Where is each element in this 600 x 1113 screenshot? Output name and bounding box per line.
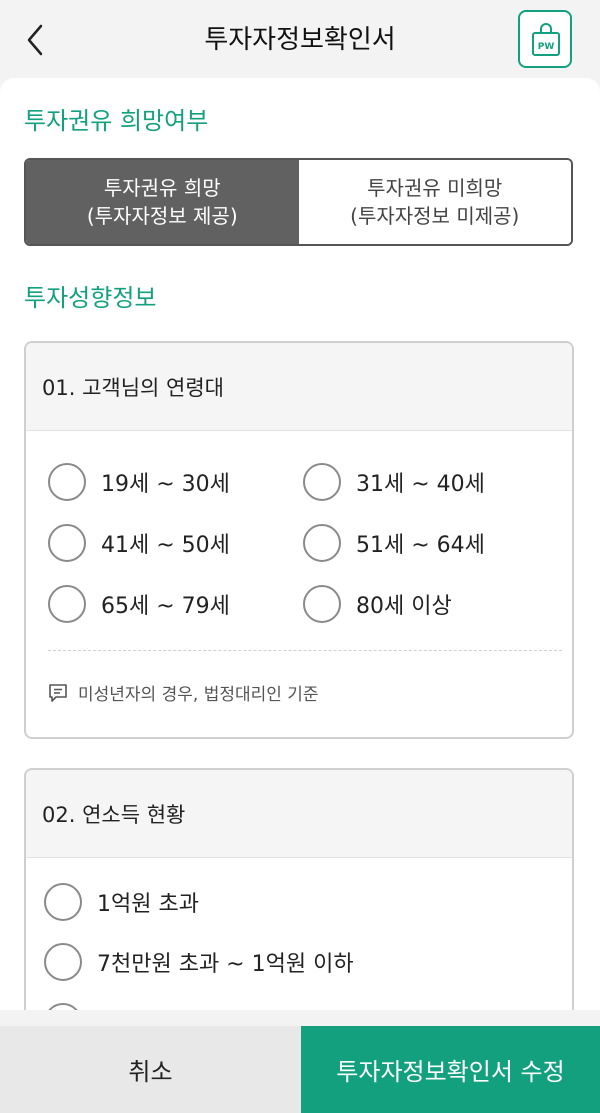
radio-label: 41세 ~ 50세: [101, 533, 230, 558]
radio-option-age-80-plus[interactable]: 80세 이상: [303, 585, 452, 623]
option-solicitation-not-wanted[interactable]: 투자권유 미희망 (투자자정보 미제공): [298, 160, 571, 244]
option-line2: (투자자정보 미제공): [350, 204, 520, 228]
main-content: 투자권유 희망여부 투자권유 희망 (투자자정보 제공) 투자권유 미희망 (투…: [0, 78, 600, 1010]
bottom-action-bar: 취소 투자자정보확인서 수정: [0, 1026, 600, 1113]
edit-investor-info-button[interactable]: 투자자정보확인서 수정: [301, 1026, 600, 1113]
radio-option-income-partial[interactable]: [44, 1003, 82, 1010]
radio-label: 7천만원 초과 ~ 1억원 이하: [97, 952, 354, 977]
radio-circle[interactable]: [44, 1003, 82, 1010]
option-line1: 투자권유 희망: [103, 176, 221, 200]
radio-label: 1억원 초과: [97, 892, 199, 917]
radio-option-age-41-50[interactable]: 41세 ~ 50세: [48, 524, 230, 562]
age-note: 미성년자의 경우, 법정대리인 기준: [48, 680, 319, 705]
radio-option-income-over-100m[interactable]: 1억원 초과: [44, 883, 199, 921]
note-text: 미성년자의 경우, 법정대리인 기준: [78, 685, 319, 705]
pw-label: PW: [538, 42, 555, 52]
page-title: 투자자정보확인서: [204, 25, 396, 55]
radio-circle[interactable]: [303, 585, 341, 623]
question-card-income: 02. 연소득 현황 1억원 초과 7천만원 초과 ~ 1억원 이하: [24, 768, 574, 1010]
radio-label: 51세 ~ 64세: [356, 533, 485, 558]
radio-option-age-51-64[interactable]: 51세 ~ 64세: [303, 524, 485, 562]
option-line1: 투자권유 미희망: [367, 176, 503, 200]
lock-pw-icon: PW: [532, 23, 560, 56]
password-button[interactable]: PW: [518, 10, 572, 68]
radio-option-age-31-40[interactable]: 31세 ~ 40세: [303, 463, 485, 501]
speech-bubble-icon: [49, 683, 67, 702]
radio-option-age-19-30[interactable]: 19세 ~ 30세: [48, 463, 230, 501]
radio-label: 80세 이상: [356, 594, 452, 619]
radio-label: 65세 ~ 79세: [101, 594, 230, 619]
option-solicitation-wanted[interactable]: 투자권유 희망 (투자자정보 제공): [26, 160, 299, 244]
radio-circle[interactable]: [303, 463, 341, 501]
question-card-age: 01. 고객님의 연령대 19세 ~ 30세 31세 ~ 40세 41세 ~ 5…: [24, 341, 574, 739]
radio-option-age-65-79[interactable]: 65세 ~ 79세: [48, 585, 230, 623]
option-line2: (투자자정보 제공): [86, 204, 238, 228]
radio-circle[interactable]: [44, 883, 82, 921]
radio-circle[interactable]: [48, 524, 86, 562]
app-header: 투자자정보확인서 PW: [0, 0, 600, 78]
divider: [48, 650, 562, 651]
radio-circle[interactable]: [48, 463, 86, 501]
question-title: 02. 연소득 현황: [26, 770, 572, 858]
question-title: 01. 고객님의 연령대: [26, 343, 572, 431]
radio-circle[interactable]: [303, 524, 341, 562]
radio-option-income-70m-100m[interactable]: 7천만원 초과 ~ 1억원 이하: [44, 943, 354, 981]
solicitation-section-title: 투자권유 희망여부: [24, 107, 209, 135]
radio-label: 31세 ~ 40세: [356, 472, 485, 497]
profile-section-title: 투자성향정보: [24, 284, 157, 312]
cancel-button[interactable]: 취소: [0, 1026, 301, 1113]
solicitation-segmented-control: 투자권유 희망 (투자자정보 제공) 투자권유 미희망 (투자자정보 미제공): [24, 158, 573, 246]
radio-label: 19세 ~ 30세: [101, 472, 230, 497]
radio-circle[interactable]: [48, 585, 86, 623]
radio-circle[interactable]: [44, 943, 82, 981]
